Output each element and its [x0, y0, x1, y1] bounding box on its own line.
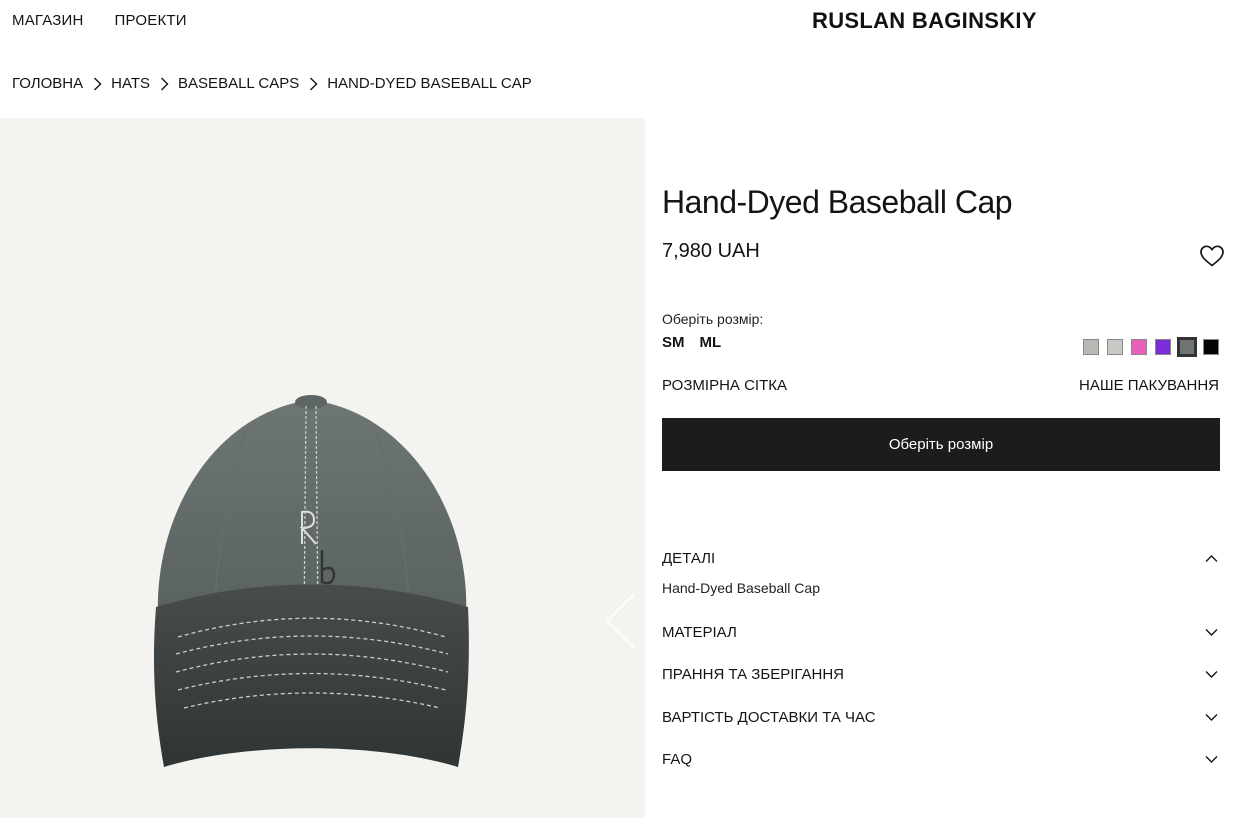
brand-logo[interactable]: RUSLAN BAGINSKIY: [812, 8, 1037, 34]
heart-icon[interactable]: [1199, 244, 1225, 268]
accordion-details[interactable]: ДЕТАЛІ: [662, 550, 1220, 567]
color-swatch-pink[interactable]: [1131, 339, 1147, 355]
color-swatches: [1083, 337, 1219, 357]
chevron-left-icon[interactable]: [604, 592, 636, 650]
size-chart-link[interactable]: РОЗМІРНА СІТКА: [662, 377, 787, 394]
chevron-right-icon: [299, 77, 327, 91]
breadcrumb: ГОЛОВНА HATS BASEBALL CAPS HAND-DYED BAS…: [12, 75, 532, 92]
chevron-right-icon: [150, 77, 178, 91]
chevron-down-icon: [1205, 671, 1218, 678]
accordion-details-content: Hand-Dyed Baseball Cap: [662, 580, 820, 596]
color-swatch-pale-grey[interactable]: [1107, 339, 1123, 355]
accordion-material[interactable]: МАТЕРІАЛ: [662, 624, 1220, 641]
top-nav: МАГАЗИН ПРОЕКТИ: [12, 12, 187, 29]
accordion-details-label: ДЕТАЛІ: [662, 550, 716, 567]
size-options: SM ML: [662, 334, 721, 351]
chevron-down-icon: [1205, 629, 1218, 636]
accordion-faq[interactable]: FAQ: [662, 751, 1220, 768]
accordion-faq-label: FAQ: [662, 751, 693, 768]
product-price: 7,980 UAH: [662, 240, 760, 262]
size-option-sm[interactable]: SM: [662, 334, 685, 351]
chevron-up-icon: [1205, 555, 1218, 562]
chevron-right-icon: [83, 77, 111, 91]
nav-shop-link[interactable]: МАГАЗИН: [12, 12, 84, 29]
breadcrumb-hats[interactable]: HATS: [111, 75, 150, 92]
size-option-ml[interactable]: ML: [700, 334, 722, 351]
product-title: Hand-Dyed Baseball Cap: [662, 184, 1013, 220]
product-image: [153, 395, 469, 767]
nav-projects-link[interactable]: ПРОЕКТИ: [115, 12, 187, 29]
select-size-button[interactable]: Оберіть розмір: [662, 418, 1220, 471]
accordion-material-label: МАТЕРІАЛ: [662, 624, 737, 641]
chevron-down-icon: [1205, 714, 1218, 721]
breadcrumb-current[interactable]: HAND-DYED BASEBALL CAP: [327, 75, 532, 92]
accordion-shipping[interactable]: ВАРТІСТЬ ДОСТАВКИ ТА ЧАС: [662, 709, 1220, 726]
chevron-down-icon: [1205, 756, 1218, 763]
product-gallery[interactable]: [0, 118, 645, 818]
size-select-label: Оберіть розмір:: [662, 311, 764, 327]
accordion-shipping-label: ВАРТІСТЬ ДОСТАВКИ ТА ЧАС: [662, 709, 876, 726]
accordion-care-label: ПРАННЯ ТА ЗБЕРІГАННЯ: [662, 666, 844, 683]
breadcrumb-baseball-caps[interactable]: BASEBALL CAPS: [178, 75, 299, 92]
breadcrumb-home[interactable]: ГОЛОВНА: [12, 75, 83, 92]
accordion-care[interactable]: ПРАННЯ ТА ЗБЕРІГАННЯ: [662, 666, 1220, 683]
color-swatch-black[interactable]: [1203, 339, 1219, 355]
color-swatch-purple[interactable]: [1155, 339, 1171, 355]
color-swatch-graphite[interactable]: [1177, 337, 1197, 357]
color-swatch-light-grey[interactable]: [1083, 339, 1099, 355]
packaging-link[interactable]: НАШЕ ПАКУВАННЯ: [1079, 377, 1219, 394]
